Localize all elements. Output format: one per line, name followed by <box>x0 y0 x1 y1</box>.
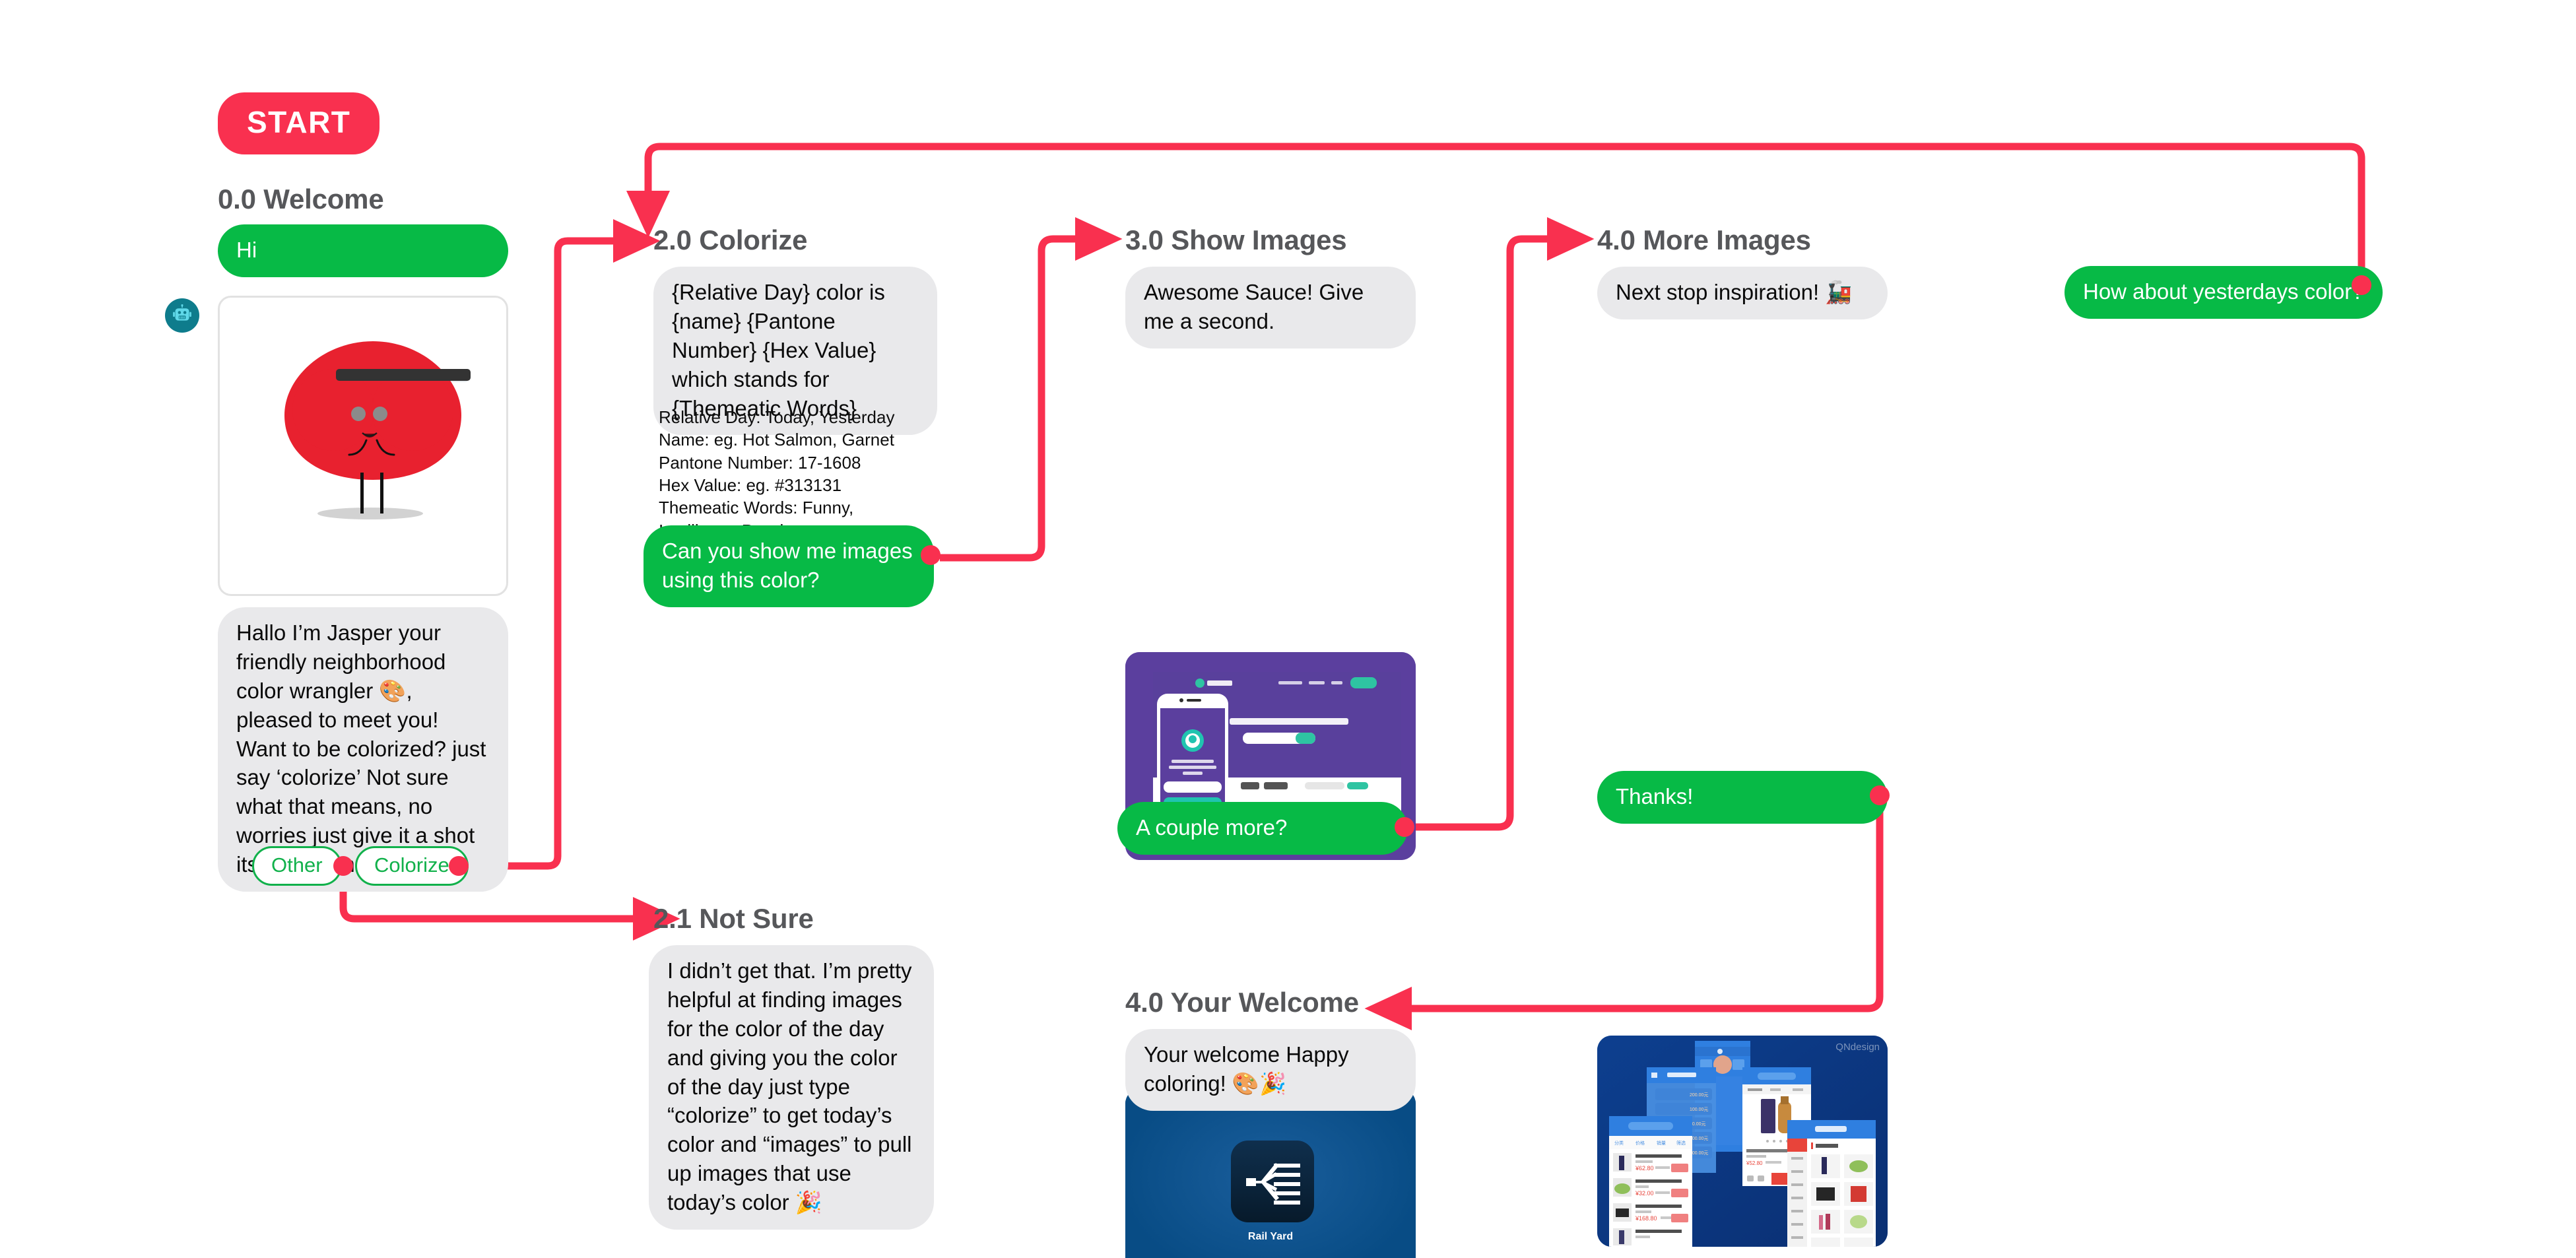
svg-text:300.00元: 300.00元 <box>1690 1136 1708 1141</box>
svg-text:200.00元: 200.00元 <box>1690 1092 1708 1098</box>
colorize-title: 2.0 Colorize <box>653 224 808 255</box>
robot-icon <box>165 298 199 333</box>
wire-3-0-to-4-0 <box>1412 217 1595 831</box>
more-images-reply-connector-dot[interactable] <box>1870 785 1890 805</box>
loopback-connector-dot[interactable] <box>2352 275 2371 295</box>
section-not-sure: 2.1 Not Sure <box>653 903 814 935</box>
railyard-app-icon: Rail Yard <box>1125 1089 1416 1258</box>
svg-text:分类: 分类 <box>1614 1140 1624 1146</box>
not-sure-bot-text: I didn’t get that. I’m pretty helpful at… <box>649 945 934 1230</box>
svg-text:100.00元: 100.00元 <box>1690 1107 1708 1112</box>
wire-2-0-to-3-0 <box>940 217 1123 562</box>
svg-text:价格: 价格 <box>1635 1140 1645 1146</box>
show-images-user-reply-text: A couple more? <box>1117 802 1408 855</box>
welcome-greeting-text: Hi <box>218 224 508 277</box>
section-more-images: 4.0 More Images <box>1597 224 1811 256</box>
ecommerce-watermark: QNdesign <box>1835 1042 1880 1053</box>
show-images-reply-connector-dot[interactable] <box>1395 817 1414 837</box>
svg-text:销量: 销量 <box>1657 1140 1666 1146</box>
loopback-user-reply-text: How about yesterdays color? <box>2064 266 2383 319</box>
show-images-card-railyard[interactable]: Rail Yard <box>1125 1089 1416 1258</box>
section-your-welcome: 4.0 Your Welcome <box>1125 987 1359 1018</box>
more-images-card-ecommerce[interactable]: QNdesign 200.00元 100.00元 50.00元 300.00元 … <box>1597 1036 1888 1247</box>
wire-loopback-to-2-0 <box>626 143 2365 285</box>
chip-other[interactable]: Other <box>252 846 342 886</box>
colorize-user-reply-text: Can you show me images using this color? <box>644 525 934 607</box>
not-sure-bot-bubble: I didn’t get that. I’m pretty helpful at… <box>649 945 934 1230</box>
chip-other-connector-dot[interactable] <box>333 856 353 876</box>
start-node[interactable]: START <box>218 92 380 154</box>
more-images-bot-text: Next stop inspiration! 🚂 <box>1597 267 1888 319</box>
section-welcome: 0.0 Welcome <box>218 183 384 215</box>
ecommerce-app-collage: QNdesign 200.00元 100.00元 50.00元 300.00元 … <box>1597 1036 1888 1247</box>
start-label: START <box>218 92 380 154</box>
svg-text:¥52.80: ¥52.80 <box>1746 1160 1763 1166</box>
colorize-variable-legend: Relative Day: Today, Yesterday Name: eg.… <box>659 407 895 541</box>
show-images-bot-text: Awesome Sauce! Give me a second. <box>1125 267 1416 348</box>
svg-text:700.00元: 700.00元 <box>1690 1150 1708 1156</box>
svg-text:¥62.80: ¥62.80 <box>1635 1165 1654 1172</box>
jasper-character-card <box>218 296 508 596</box>
jasper-character-illustration <box>284 341 471 519</box>
chip-other-label: Other <box>252 846 342 886</box>
colorize-user-reply-bubble[interactable]: Can you show me images using this color? <box>644 525 934 607</box>
your-welcome-title: 4.0 Your Welcome <box>1125 987 1359 1018</box>
wire-4-0-to-your-welcome <box>1364 795 1884 1030</box>
welcome-title: 0.0 Welcome <box>218 183 384 215</box>
section-show-images: 3.0 Show Images <box>1125 224 1347 256</box>
your-welcome-bot-text: Your welcome Happy coloring! 🎨🎉 <box>1125 1029 1416 1111</box>
more-images-title: 4.0 More Images <box>1597 224 1811 255</box>
show-images-title: 3.0 Show Images <box>1125 224 1347 255</box>
not-sure-title: 2.1 Not Sure <box>653 903 814 934</box>
svg-text:筛选: 筛选 <box>1676 1140 1686 1146</box>
more-images-user-reply-bubble[interactable]: Thanks! <box>1597 771 1888 824</box>
your-welcome-bot-bubble: Your welcome Happy coloring! 🎨🎉 <box>1125 1029 1416 1111</box>
welcome-user-greeting-bubble[interactable]: Hi <box>218 224 508 277</box>
more-images-user-reply-text: Thanks! <box>1597 771 1888 824</box>
railyard-label: Rail Yard <box>1248 1231 1293 1242</box>
show-images-user-reply-bubble[interactable]: A couple more? <box>1117 802 1408 855</box>
flow-diagram-canvas: START 0.0 Welcome Hi Hallo I’m Jasper yo… <box>0 0 2576 1258</box>
show-images-bot-bubble: Awesome Sauce! Give me a second. <box>1125 267 1416 348</box>
svg-text:¥32.00: ¥32.00 <box>1635 1190 1654 1197</box>
colorize-reply-connector-dot[interactable] <box>921 545 941 565</box>
loopback-user-reply-bubble[interactable]: How about yesterdays color? <box>2064 266 2383 319</box>
more-images-bot-bubble: Next stop inspiration! 🚂 <box>1597 267 1888 319</box>
section-colorize: 2.0 Colorize <box>653 224 808 256</box>
chip-colorize-connector-dot[interactable] <box>449 856 469 876</box>
svg-text:¥168.80: ¥168.80 <box>1635 1215 1657 1222</box>
